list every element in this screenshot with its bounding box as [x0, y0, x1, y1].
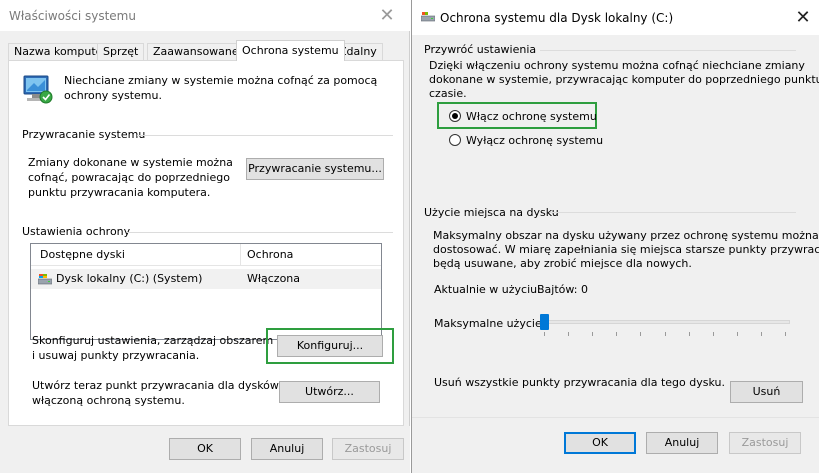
restore-group-label: Przywracanie systemu: [22, 128, 146, 141]
slider-tick: [568, 332, 570, 336]
restore-settings-divider: [540, 50, 796, 51]
tab-advanced[interactable]: Zaawansowane: [147, 43, 245, 61]
create-desc-line1: Utwórz teraz punkt przywracania dla dysk…: [32, 379, 289, 392]
left-ok-button[interactable]: OK: [169, 438, 241, 460]
slider-tick: [760, 332, 762, 336]
system-properties-window: Właściwości systemu ✕ Nazwa komputera Sp…: [0, 0, 410, 473]
intro-text-line2: ochrony systemu.: [64, 89, 162, 102]
restore-settings-label: Przywróć ustawienia: [424, 43, 537, 56]
system-restore-button[interactable]: Przywracanie systemu...: [246, 158, 384, 180]
title-drive-icon: [421, 12, 435, 22]
drive-protection-dialog: Ochrona systemu dla Dysk lokalny (C:) ✕ …: [411, 0, 819, 473]
delete-points-text: Usuń wszystkie punkty przywracania dla t…: [434, 376, 725, 389]
intro-text-line1: Niechciane zmiany w systemie można cofną…: [64, 74, 378, 87]
disk-usage-label: Użycie miejsca na dysku: [424, 206, 559, 219]
left-apply-button[interactable]: Zastosuj: [332, 438, 404, 460]
slider-tick: [688, 332, 690, 336]
slider-tick: [785, 332, 786, 336]
left-cancel-button[interactable]: Anuluj: [251, 438, 323, 460]
disk-usage-divider: [550, 212, 796, 213]
delete-button[interactable]: Usuń: [730, 381, 803, 403]
column-separator: [240, 244, 241, 266]
configure-desc-line2: i usuwaj punkty przywracania.: [32, 349, 200, 362]
column-protection[interactable]: Ochrona: [247, 248, 293, 261]
max-usage-slider-track[interactable]: [540, 320, 790, 324]
restore-group-divider: [137, 135, 393, 136]
slider-tick: [544, 332, 545, 336]
slider-tick: [640, 332, 642, 336]
right-cancel-button[interactable]: Anuluj: [646, 432, 718, 454]
left-window-title: Właściwości systemu: [9, 9, 136, 23]
disk-usage-desc-line3: będą usuwane, aby zrobić miejsce dla now…: [433, 257, 692, 270]
table-row[interactable]: Dysk lokalny (C:) (System) Włączona: [31, 269, 381, 289]
drive-name-cell: Dysk lokalny (C:) (System): [56, 272, 203, 285]
restore-settings-desc-line1: Dzięki włączeniu ochrony systemu można c…: [429, 59, 805, 72]
enable-protection-radio[interactable]: [449, 110, 461, 122]
restore-desc-line3: punktu przywracania komputera.: [28, 186, 211, 199]
create-desc-line2: włączoną ochroną systemu.: [32, 394, 185, 407]
right-ok-button[interactable]: OK: [564, 432, 636, 454]
enable-protection-label[interactable]: Włącz ochronę systemu: [466, 109, 597, 124]
tab-hardware[interactable]: Sprzęt: [97, 43, 145, 61]
slider-tick: [664, 332, 666, 336]
left-close-icon[interactable]: ✕: [364, 0, 410, 31]
tab-system-protection[interactable]: Ochrona systemu: [236, 40, 345, 61]
right-apply-button[interactable]: Zastosuj: [729, 432, 801, 454]
protection-group-divider: [127, 232, 393, 233]
restore-settings-desc-line2: dokonane w systemie, przywracając komput…: [429, 73, 819, 86]
left-titlebar: Właściwości systemu ✕: [0, 0, 410, 31]
footer-divider: [412, 417, 819, 418]
slider-tick: [592, 332, 594, 336]
system-protection-monitor-icon: [23, 75, 53, 104]
column-available-drives[interactable]: Dostępne dyski: [40, 248, 125, 261]
restore-settings-desc-line3: czasie.: [429, 87, 467, 100]
right-titlebar: Ochrona systemu dla Dysk lokalny (C:) ✕: [412, 0, 819, 35]
disk-usage-desc-line2: dostosować. W miarę zapełniania się miej…: [433, 243, 819, 256]
disable-protection-label[interactable]: Wyłącz ochronę systemu: [466, 133, 603, 148]
configure-button[interactable]: Konfiguruj...: [277, 335, 383, 357]
drives-list-header: Dostępne dyski Ochrona: [31, 244, 381, 266]
drives-list[interactable]: Dostępne dyski Ochrona Dysk lokalny (C:)…: [30, 243, 382, 340]
drive-icon: [38, 274, 52, 285]
current-usage-value: Bajtów: 0: [537, 283, 588, 296]
protection-status-cell: Włączona: [247, 272, 301, 285]
disk-usage-desc-line1: Maksymalny obszar na dysku używany przez…: [433, 229, 819, 242]
create-button[interactable]: Utwórz...: [279, 381, 380, 403]
right-close-icon[interactable]: ✕: [780, 2, 819, 33]
restore-desc-line2: cofnąć, powracając do poprzedniego: [28, 171, 230, 184]
restore-desc-line1: Zmiany dokonane w systemie można: [28, 156, 233, 169]
left-footer: OK Anuluj Zastosuj: [0, 426, 410, 473]
slider-tick: [616, 332, 618, 336]
protection-group-label: Ustawienia ochrony: [22, 225, 131, 238]
disable-protection-radio[interactable]: [449, 134, 461, 146]
right-window-title: Ochrona systemu dla Dysk lokalny (C:): [440, 11, 674, 25]
max-usage-slider-thumb[interactable]: [540, 314, 549, 330]
slider-tick: [712, 332, 714, 336]
slider-tick: [736, 332, 738, 336]
max-usage-label: Maksymalne użycie:: [434, 317, 546, 330]
current-usage-label: Aktualnie w użyciu:: [434, 283, 541, 296]
